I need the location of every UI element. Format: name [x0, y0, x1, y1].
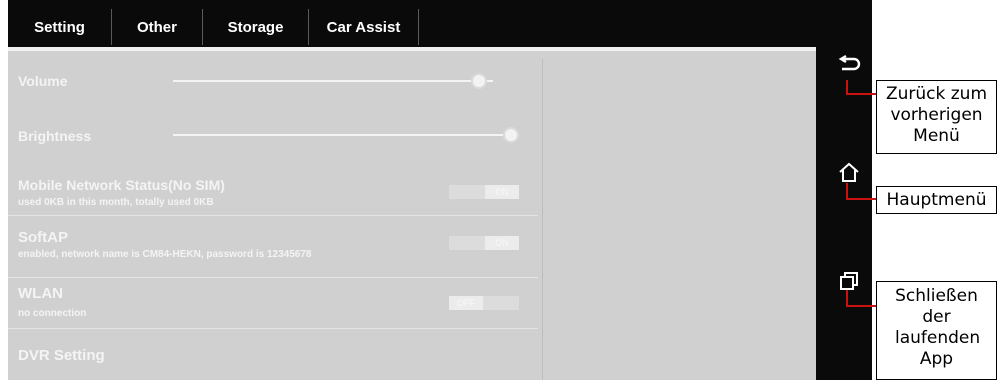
wlan-toggle-state: OFF: [449, 296, 483, 310]
volume-slider[interactable]: [173, 71, 493, 91]
panel-divider: [542, 59, 543, 380]
tab-other[interactable]: Other: [112, 9, 203, 45]
close-app-connector: [846, 290, 876, 307]
row-divider: [8, 328, 538, 329]
mobile-network-sub: used 0KB in this month, totally used 0KB: [18, 197, 214, 208]
head-unit-screen: Setting Other Storage Car Assist Volume …: [8, 0, 872, 380]
dvr-setting-label[interactable]: DVR Setting: [18, 347, 105, 364]
home-connector: [846, 183, 876, 200]
mobile-network-label: Mobile Network Status(No SIM): [18, 177, 225, 193]
brightness-slider-track: [173, 134, 519, 136]
close-app-callout: Schließen der laufenden App: [876, 281, 997, 380]
tab-storage[interactable]: Storage: [203, 9, 309, 45]
brightness-label: Brightness: [18, 128, 92, 144]
mobile-network-toggle-state: ON: [485, 185, 519, 199]
mobile-network-toggle[interactable]: ON: [449, 185, 519, 199]
softap-label: SoftAP: [18, 229, 68, 246]
back-callout: Zurück zum vorherigen Menü: [876, 80, 997, 154]
wlan-label: WLAN: [18, 285, 63, 302]
wlan-sub: no connection: [18, 308, 87, 319]
softap-toggle-state: ON: [485, 236, 519, 250]
tab-bar: Setting Other Storage Car Assist: [8, 9, 419, 45]
back-icon: [838, 54, 861, 71]
volume-slider-track: [173, 80, 493, 82]
tab-car-assist[interactable]: Car Assist: [309, 9, 419, 45]
brightness-slider[interactable]: [173, 125, 519, 145]
home-callout: Hauptmenü: [876, 186, 997, 214]
brightness-slider-knob[interactable]: [503, 127, 519, 143]
settings-panel: Volume Brightness Mobile Network Status(…: [8, 51, 816, 380]
row-divider: [8, 277, 538, 278]
tab-setting[interactable]: Setting: [8, 9, 112, 45]
softap-toggle[interactable]: ON: [449, 236, 519, 250]
volume-label: Volume: [18, 73, 68, 89]
back-connector: [846, 80, 876, 95]
wlan-toggle[interactable]: OFF: [449, 296, 519, 310]
softap-sub: enabled, network name is CM84-HEKN, pass…: [18, 249, 312, 260]
volume-slider-knob[interactable]: [470, 73, 487, 89]
row-divider: [8, 215, 538, 216]
